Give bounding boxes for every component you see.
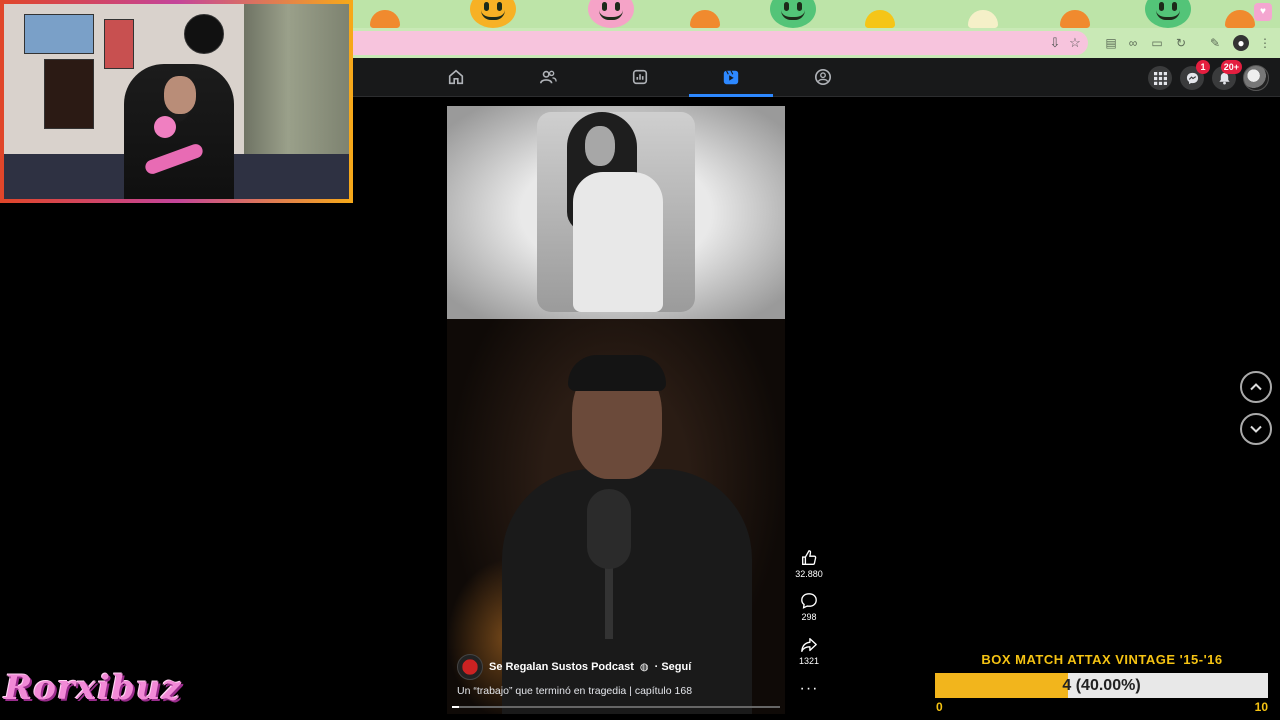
- smiley-decoration: [588, 0, 634, 28]
- like-count: 32.880: [795, 569, 823, 579]
- install-icon[interactable]: ⇩: [1047, 35, 1063, 51]
- smiley-decoration: [770, 0, 816, 28]
- smiley-decoration: [470, 0, 516, 28]
- goal-percent: (40.00%): [1075, 677, 1141, 694]
- share-button[interactable]: 1321: [790, 636, 828, 666]
- goal-max: 10: [1254, 700, 1268, 714]
- reader-icon[interactable]: ▭: [1149, 35, 1165, 51]
- menu-icon[interactable]: ⋮: [1257, 35, 1273, 51]
- webcam-curtain: [244, 4, 349, 164]
- streamer-face: [164, 76, 196, 114]
- messenger-icon: [1186, 72, 1198, 84]
- goal-min: 0: [936, 700, 943, 714]
- extension-icon[interactable]: ✎: [1207, 35, 1223, 51]
- address-bar[interactable]: ⇩ ☆: [353, 31, 1088, 55]
- mushroom-decoration: [865, 10, 895, 28]
- home-icon: [448, 69, 464, 85]
- tab-groups[interactable]: [781, 58, 865, 96]
- author-name[interactable]: Se Regalan Sustos Podcast: [489, 661, 634, 673]
- grid-icon: [1153, 71, 1167, 85]
- tab-reels[interactable]: [689, 58, 773, 97]
- friends-icon: [539, 70, 557, 84]
- webcam-overlay: [0, 0, 353, 203]
- poster-image: [44, 59, 94, 129]
- chevron-down-icon: [1250, 425, 1262, 433]
- profile-icon[interactable]: ●: [1233, 35, 1249, 51]
- reel-progress-bar[interactable]: [452, 706, 780, 708]
- microphone-image: [154, 116, 176, 138]
- heart-icon[interactable]: ♥: [1254, 3, 1272, 21]
- mushroom-decoration: [968, 10, 998, 28]
- translate-icon[interactable]: ▤: [1103, 35, 1119, 51]
- tab-dashboard[interactable]: [598, 58, 682, 96]
- girl-photo: [537, 112, 695, 312]
- reel-top-image: [447, 106, 785, 319]
- mushroom-decoration: [1060, 10, 1090, 28]
- reel-caption[interactable]: Un “trabajo” que terminó en tragedia | c…: [457, 685, 692, 697]
- streamer-logo: Rorxibuz: [4, 668, 182, 708]
- comment-button[interactable]: 298: [790, 592, 828, 622]
- previous-reel-button[interactable]: [1240, 371, 1272, 403]
- goal-progress-label: 4 (40.00%): [935, 673, 1268, 698]
- reel-author: Se Regalan Sustos Podcast ◍ · Seguí: [457, 654, 691, 680]
- more-options-icon[interactable]: ···: [797, 680, 821, 698]
- goal-title: BOX MATCH ATTAX VINTAGE '15-'16: [981, 652, 1223, 667]
- share-icon: [801, 638, 817, 652]
- mushroom-decoration: [1225, 10, 1255, 28]
- goal-progress-bar: 4 (40.00%): [935, 673, 1268, 698]
- mushroom-decoration: [370, 10, 400, 28]
- sync-icon[interactable]: ↻: [1173, 35, 1189, 51]
- next-reel-button[interactable]: [1240, 413, 1272, 445]
- browser-toolbar: ⇩ ☆ ▤ ∞ ▭ ↻ ✎ ● ⋮: [353, 28, 1280, 58]
- account-avatar[interactable]: [1243, 65, 1269, 91]
- vinyl-record-image: [184, 14, 224, 54]
- tab-friends[interactable]: [506, 58, 590, 96]
- share-count: 1321: [798, 656, 820, 666]
- author-avatar[interactable]: [457, 654, 483, 680]
- facebook-navbar: 1 20+: [353, 58, 1280, 97]
- notifications-button[interactable]: 20+: [1212, 60, 1242, 90]
- reel-video-player[interactable]: Se Regalan Sustos Podcast ◍ · Seguí Un “…: [447, 106, 785, 714]
- notifications-badge: 20+: [1220, 60, 1242, 74]
- menu-grid-button[interactable]: [1148, 66, 1172, 90]
- mushroom-decoration: [690, 10, 720, 28]
- smiley-decoration: [1145, 0, 1191, 28]
- reels-icon: [723, 70, 739, 85]
- dashboard-icon: [632, 69, 648, 85]
- poster-image: [24, 14, 94, 54]
- like-button[interactable]: 32.880: [790, 549, 828, 579]
- link-icon[interactable]: ∞: [1125, 35, 1141, 51]
- tab-home[interactable]: [414, 58, 498, 96]
- messenger-badge: 1: [1196, 60, 1210, 74]
- verified-icon: ◍: [639, 661, 649, 673]
- screen: ♥ ⇩ ☆ ▤ ∞ ▭ ↻ ✎ ● ⋮ 1 20+ Se Regalan Sus…: [0, 0, 1280, 720]
- chevron-up-icon: [1250, 383, 1262, 391]
- messenger-button[interactable]: 1: [1180, 60, 1210, 90]
- goal-current: 4: [1062, 677, 1072, 694]
- reel-progress-fill: [452, 706, 459, 708]
- thumbs-up-icon: [802, 550, 817, 565]
- comment-icon: [801, 593, 817, 609]
- poster-image: [104, 19, 134, 69]
- bookmark-star-icon[interactable]: ☆: [1067, 35, 1083, 51]
- comment-count: 298: [801, 612, 817, 622]
- stream-goal-widget: BOX MATCH ATTAX VINTAGE '15-'16 4 (40.00…: [935, 652, 1269, 714]
- groups-icon: [814, 68, 832, 86]
- follow-button[interactable]: · Seguí: [655, 661, 692, 673]
